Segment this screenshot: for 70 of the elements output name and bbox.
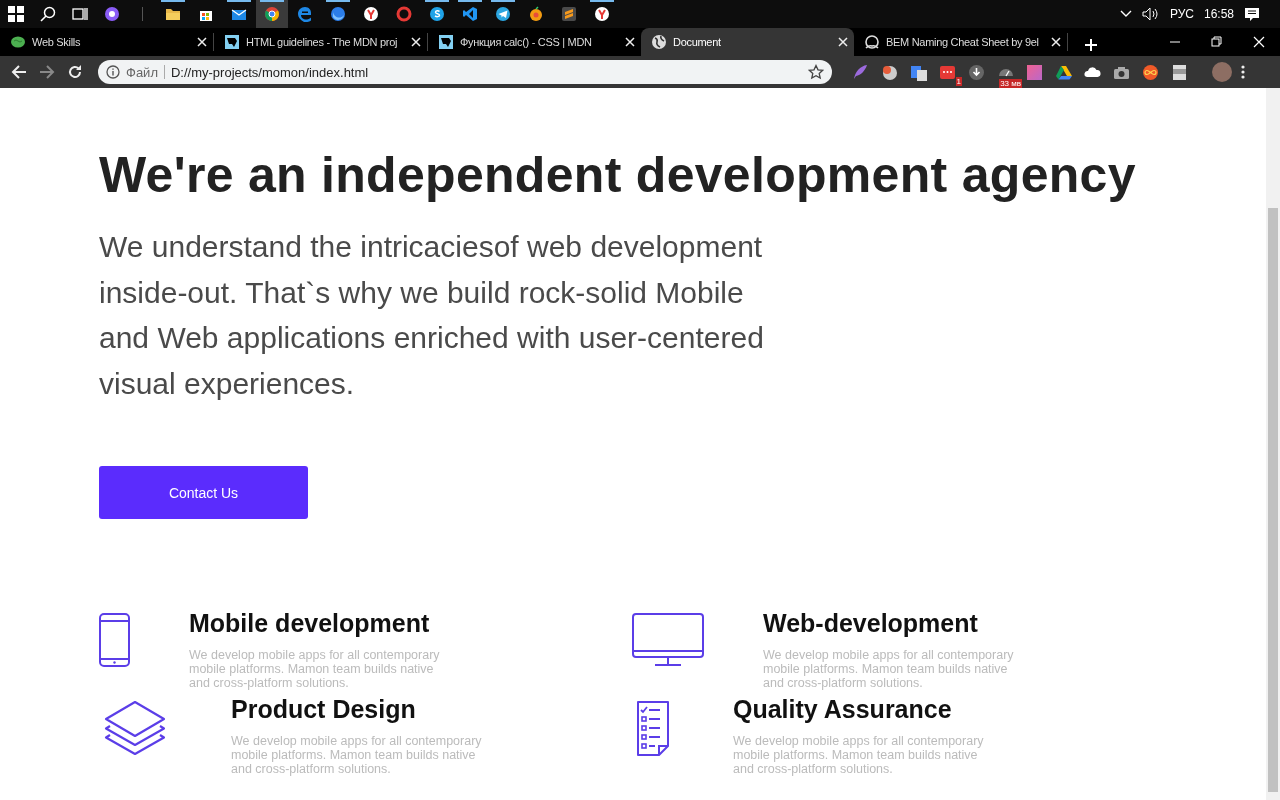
- phone-icon: [99, 613, 130, 667]
- monitor-icon: [632, 613, 704, 667]
- browser-tab[interactable]: Web Skills: [0, 28, 213, 56]
- y-logo-icon: [363, 6, 379, 22]
- service-title: Mobile development: [189, 609, 431, 637]
- profile-avatar[interactable]: [1212, 62, 1232, 82]
- calendar-icon[interactable]: [939, 63, 956, 81]
- browser-logo-icon: [264, 6, 280, 22]
- folder-icon: [165, 6, 181, 22]
- browser-tab[interactable]: HTML guidelines - The MDN proj: [214, 28, 427, 56]
- y-logo-icon: [594, 6, 610, 22]
- service-title: Web-development: [763, 609, 979, 637]
- chevron-up-icon[interactable]: [1119, 10, 1132, 18]
- back-icon: [11, 64, 27, 80]
- checklist-icon: [635, 701, 671, 757]
- feather-icon[interactable]: [852, 63, 869, 81]
- drive-icon[interactable]: [1055, 63, 1072, 81]
- fruit-logo-icon: [528, 6, 544, 22]
- paper-plane-icon: [495, 6, 511, 22]
- edge-logo-icon: [297, 6, 313, 22]
- s-editor-icon: [561, 6, 577, 22]
- document-icon[interactable]: [1171, 63, 1188, 81]
- star-icon[interactable]: [808, 64, 824, 80]
- extension-badge: 33 мв: [999, 78, 1022, 88]
- ring-logo-icon: [396, 6, 412, 22]
- windows-start-icon[interactable]: [8, 6, 24, 22]
- task-view-icon[interactable]: [72, 6, 88, 22]
- s-logo-icon: [429, 6, 445, 22]
- language-indicator[interactable]: РУС: [1169, 7, 1194, 21]
- code-editor-icon: [462, 6, 478, 22]
- close-icon[interactable]: [838, 37, 848, 47]
- search-icon[interactable]: [40, 6, 56, 22]
- extension-badge: 1: [955, 76, 962, 86]
- infinity-icon[interactable]: [1142, 63, 1159, 81]
- restore-icon[interactable]: [1211, 36, 1223, 48]
- browser-tab[interactable]: BEM Naming Cheat Sheet by 9el: [854, 28, 1067, 56]
- close-icon[interactable]: [1051, 37, 1061, 47]
- forward-icon: [39, 64, 55, 80]
- layers-icon: [104, 700, 166, 756]
- clock[interactable]: 16:58: [1203, 7, 1234, 21]
- browser-tab[interactable]: Функция calc() - CSS | MDN: [428, 28, 641, 56]
- service-title: Product Design: [231, 695, 417, 723]
- assistant-icon[interactable]: [104, 6, 120, 22]
- url-text: D://my-projects/momon/index.html: [170, 64, 370, 80]
- notifications-icon[interactable]: [1244, 6, 1260, 22]
- service-description: We develop mobile apps for all contemporary mobile platforms. Mamon team builds native and cross-platform solutions.: [763, 648, 1015, 690]
- address-bar[interactable]: Файл D://my-projects/momon/index.html: [98, 60, 832, 84]
- menu-icon: [1241, 64, 1245, 80]
- service-description: We develop mobile apps for all contemporary mobile platforms. Mamon team builds native and cross-platform solutions.: [231, 734, 483, 776]
- contact-button[interactable]: Contact Us: [99, 466, 308, 519]
- speaker-icon[interactable]: [1141, 7, 1160, 21]
- translate-icon[interactable]: [910, 63, 927, 81]
- close-icon[interactable]: [625, 37, 635, 47]
- close-icon[interactable]: [197, 37, 207, 47]
- plus-icon: [1084, 38, 1098, 52]
- close-icon[interactable]: [411, 37, 421, 47]
- reload-icon: [67, 64, 83, 80]
- intro-paragraph: We understand the intricaciesof web development inside-out. That`s why we build rock-solid Mobile and Web applications enriched with user-centered visual experiences.: [99, 229, 765, 402]
- hero-title: We're an independent development agency: [99, 146, 1137, 204]
- gradient-square-icon[interactable]: [1026, 63, 1043, 81]
- scrollbar[interactable]: [1266, 88, 1280, 800]
- service-description: We develop mobile apps for all contemporary mobile platforms. Mamon team builds native and cross-platform solutions.: [189, 648, 441, 690]
- service-description: We develop mobile apps for all contemporary mobile platforms. Mamon team builds native and cross-platform solutions.: [733, 734, 985, 776]
- scrollbar-thumb[interactable]: [1268, 208, 1278, 792]
- browser-tab[interactable]: Document: [641, 28, 854, 56]
- scheme-label: Файл: [126, 64, 158, 80]
- download-icon[interactable]: [968, 63, 985, 81]
- taskbar-app-button[interactable]: [256, 0, 288, 28]
- info-icon[interactable]: [106, 65, 120, 79]
- service-title: Quality Assurance: [733, 695, 953, 723]
